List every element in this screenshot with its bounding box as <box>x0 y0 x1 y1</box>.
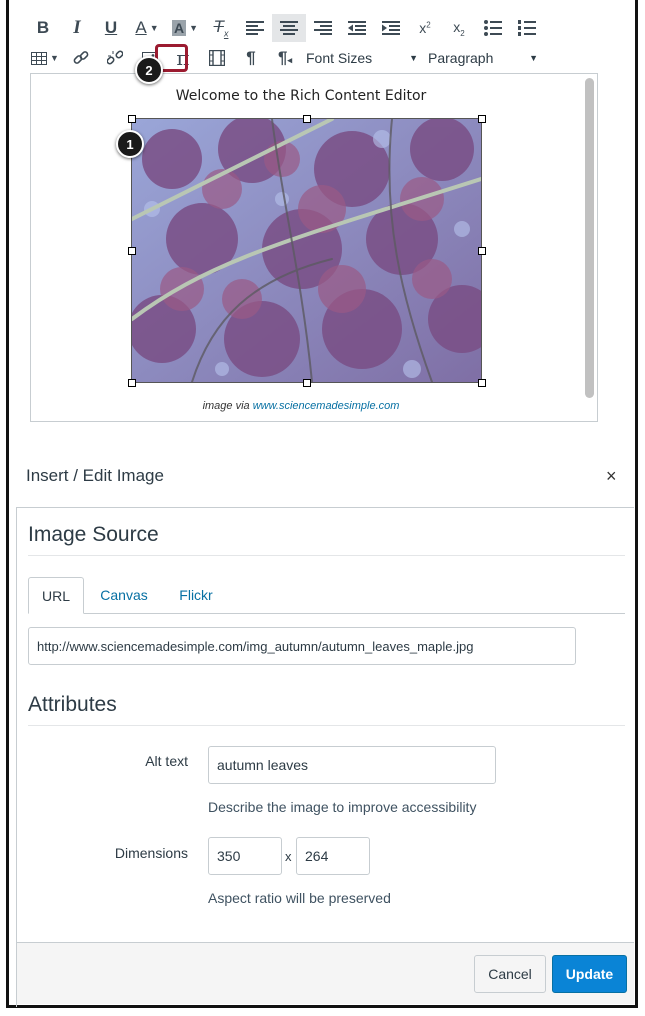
caption-prefix: image via <box>202 400 253 412</box>
source-tabs: URL Canvas Flickr <box>28 577 625 614</box>
link-icon <box>73 51 89 64</box>
dialog-divider <box>16 507 634 508</box>
bullet-list-icon <box>484 20 502 36</box>
resize-handle-e[interactable] <box>478 247 486 255</box>
align-right-icon <box>314 21 332 35</box>
resize-handle-n[interactable] <box>303 115 311 123</box>
italic-button[interactable]: I <box>60 14 94 42</box>
subscript-icon: x2 <box>453 18 465 38</box>
indent-button[interactable] <box>374 14 408 42</box>
chevron-down-icon: ▼ <box>149 23 159 33</box>
superscript-icon: x2 <box>419 20 431 36</box>
chevron-down-icon: ▼ <box>529 53 538 63</box>
unlink-icon <box>107 50 123 65</box>
alt-text-input[interactable] <box>208 746 496 784</box>
dimensions-label: Dimensions <box>114 845 188 861</box>
resize-handle-s[interactable] <box>303 379 311 387</box>
media-button[interactable] <box>200 44 234 72</box>
editor-heading: Welcome to the Rich Content Editor <box>175 88 427 104</box>
resize-handle-nw[interactable] <box>128 115 136 123</box>
font-sizes-label: Font Sizes <box>306 50 373 66</box>
background-color-icon: A <box>171 20 187 36</box>
bold-button[interactable]: B <box>26 14 60 42</box>
image-source-title: Image Source <box>28 523 159 546</box>
section-rule <box>28 555 625 556</box>
bullet-list-button[interactable] <box>476 14 510 42</box>
resize-handle-sw[interactable] <box>128 379 136 387</box>
alt-text-label: Alt text <box>145 753 188 769</box>
align-right-button[interactable] <box>306 14 340 42</box>
text-color-icon: A <box>135 18 147 37</box>
resize-handle-se[interactable] <box>478 379 486 387</box>
update-button[interactable]: Update <box>552 955 627 993</box>
link-button[interactable] <box>64 44 98 72</box>
underline-icon: U <box>104 18 118 37</box>
media-icon <box>209 50 225 66</box>
align-left-icon <box>246 21 264 35</box>
clear-formatting-icon: Tx <box>213 17 229 39</box>
attributes-title: Attributes <box>28 693 117 716</box>
subscript-button[interactable]: x2 <box>442 14 476 42</box>
tab-canvas[interactable]: Canvas <box>92 577 156 613</box>
image-url-input[interactable] <box>28 627 576 665</box>
chevron-down-icon: ▼ <box>189 23 199 33</box>
underline-button[interactable]: U <box>94 14 128 42</box>
image-caption: image via www.sciencemadesimple.com <box>31 400 571 412</box>
align-center-button[interactable] <box>272 14 306 42</box>
callout-2: 2 <box>135 56 163 84</box>
indent-icon <box>382 21 400 35</box>
section-rule <box>28 725 625 726</box>
table-icon <box>31 51 48 65</box>
ltr-button[interactable]: ¶ <box>234 44 268 72</box>
table-button[interactable]: ▼ <box>26 44 64 72</box>
editor-image[interactable] <box>131 118 482 383</box>
font-sizes-dropdown[interactable]: Font Sizes ▼ <box>302 44 422 72</box>
clear-formatting-button[interactable]: Tx <box>204 14 238 42</box>
dialog-left-border <box>16 507 17 1007</box>
paragraph-dropdown[interactable]: Paragraph ▼ <box>424 44 542 72</box>
alt-text-hint: Describe the image to improve accessibil… <box>208 799 477 815</box>
dialog-title: Insert / Edit Image <box>26 466 164 485</box>
tab-url[interactable]: URL <box>28 577 84 614</box>
superscript-button[interactable]: x2 <box>408 14 442 42</box>
align-left-button[interactable] <box>238 14 272 42</box>
rtl-button[interactable]: ¶◂ <box>268 44 302 72</box>
ltr-icon: ¶ <box>246 48 256 67</box>
numbered-list-button[interactable] <box>510 14 544 42</box>
tab-flickr[interactable]: Flickr <box>168 577 224 613</box>
toolbar-row-1: B I U A ▼ A ▼ Tx x2 x2 <box>26 14 544 42</box>
editor-scrollbar[interactable] <box>585 78 594 398</box>
italic-icon: I <box>73 17 81 38</box>
autumn-leaves-image <box>132 119 481 382</box>
resize-handle-w[interactable] <box>128 247 136 255</box>
callout-1: 1 <box>116 130 144 158</box>
numbered-list-icon <box>518 20 536 36</box>
outdent-icon <box>348 21 366 35</box>
chevron-down-icon: ▼ <box>50 53 59 63</box>
width-input[interactable] <box>208 837 282 875</box>
align-center-icon <box>280 21 298 35</box>
paragraph-label: Paragraph <box>428 50 494 66</box>
background-color-button[interactable]: A ▼ <box>166 14 204 42</box>
outdent-button[interactable] <box>340 14 374 42</box>
chevron-down-icon: ▼ <box>409 53 418 63</box>
toolbar-row-2: ▼ π ¶ ¶◂ Font Sizes ▼ Paragraph ▼ <box>26 44 542 72</box>
close-icon[interactable]: × <box>606 466 617 487</box>
text-color-button[interactable]: A ▼ <box>128 14 166 42</box>
caption-link[interactable]: www.sciencemadesimple.com <box>253 400 400 412</box>
rtl-icon: ¶◂ <box>278 48 292 67</box>
bold-icon: B <box>36 18 50 37</box>
unlink-button[interactable] <box>98 44 132 72</box>
aspect-ratio-hint: Aspect ratio will be preserved <box>208 890 391 906</box>
dimension-separator: x <box>285 849 292 864</box>
cancel-button[interactable]: Cancel <box>474 955 546 993</box>
height-input[interactable] <box>296 837 370 875</box>
resize-handle-ne[interactable] <box>478 115 486 123</box>
rich-content-editor[interactable]: Welcome to the Rich Content Editor image… <box>30 73 598 422</box>
